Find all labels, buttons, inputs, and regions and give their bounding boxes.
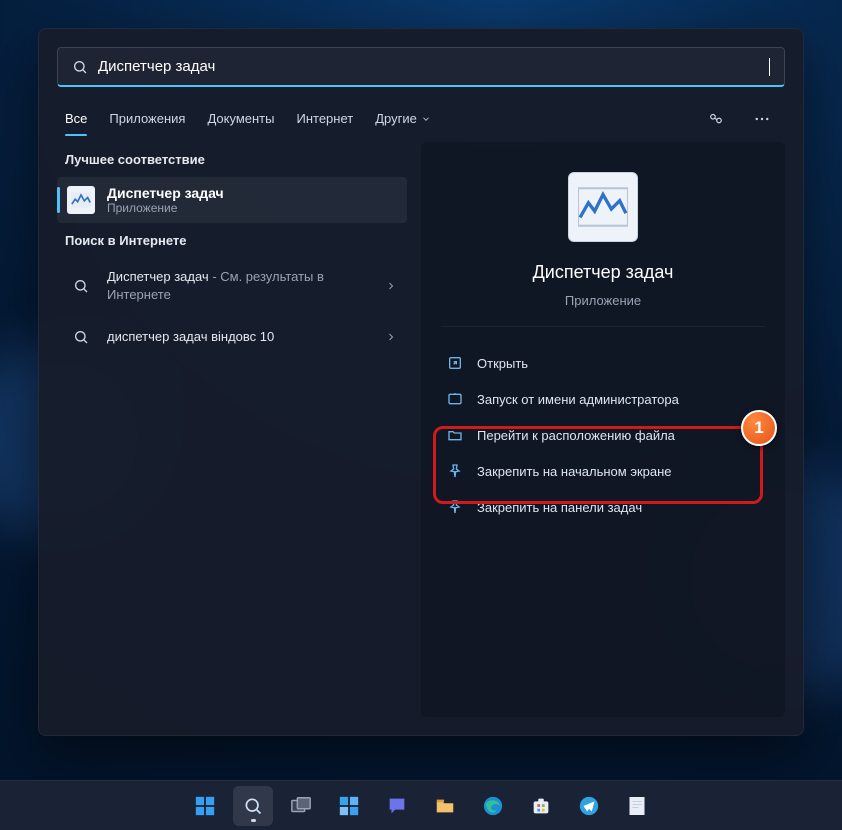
start-search-panel: Диспетчер задач Все Приложения Документы… [38,28,804,736]
result-preview-pane: Диспетчер задач Приложение Открыть Запус… [421,142,785,717]
best-match-header: Лучшее соответствие [57,142,407,177]
web-result-query: Диспетчер задач [107,269,209,284]
action-label: Закрепить на начальном экране [477,464,672,479]
tab-apps[interactable]: Приложения [109,105,185,136]
action-label: Открыть [477,356,528,371]
taskbar-telegram[interactable] [569,786,609,826]
web-result-2[interactable]: диспетчер задач віндовс 10 [57,313,407,361]
search-icon [67,323,95,351]
web-result-text: диспетчер задач віндовс 10 [107,328,373,346]
best-match-text: Диспетчер задач Приложение [107,185,224,215]
taskbar-edge[interactable] [473,786,513,826]
action-open[interactable]: Открыть [441,345,765,381]
tab-all[interactable]: Все [65,105,87,136]
chevron-down-icon [421,114,431,124]
best-match-title: Диспетчер задач [107,185,224,201]
app-hero: Диспетчер задач Приложение [421,172,785,308]
search-icon [67,272,95,300]
more-options-icon[interactable] [747,106,777,135]
divider [441,326,765,327]
tab-web[interactable]: Интернет [296,105,353,136]
taskbar-file-explorer[interactable] [425,786,465,826]
taskbar-document[interactable] [617,786,657,826]
web-search-header: Поиск в Интернете [57,223,407,258]
best-match-subtitle: Приложение [107,201,224,215]
tab-more[interactable]: Другие [375,105,431,136]
search-bar[interactable]: Диспетчер задач [57,47,785,87]
results-body: Лучшее соответствие Диспетчер задач Прил… [39,136,803,735]
taskbar [0,780,842,830]
action-run-as-admin[interactable]: Запуск от имени администратора [441,381,765,417]
search-input[interactable]: Диспетчер задач [98,58,759,75]
search-icon [72,59,88,75]
annotation-badge: 1 [741,410,777,446]
taskbar-chat[interactable] [377,786,417,826]
web-result-1[interactable]: Диспетчер задач - См. результаты в Интер… [57,258,407,313]
best-match-result[interactable]: Диспетчер задач Приложение [57,177,407,223]
results-left-column: Лучшее соответствие Диспетчер задач Прил… [57,142,407,717]
tab-more-label: Другие [375,111,417,126]
filter-tabs: Все Приложения Документы Интернет Другие [39,95,803,136]
action-pin-to-start[interactable]: Закрепить на начальном экране [441,453,765,489]
action-open-file-location[interactable]: Перейти к расположению файла [441,417,765,453]
start-button[interactable] [185,786,225,826]
app-name: Диспетчер задач [533,262,674,283]
chevron-right-icon [385,331,397,343]
web-result-text: Диспетчер задач - См. результаты в Интер… [107,268,373,303]
search-bar-container: Диспетчер задач [39,29,803,95]
search-scope-icon[interactable] [701,106,731,135]
taskbar-search[interactable] [233,786,273,826]
text-caret [769,58,770,76]
taskbar-task-view[interactable] [281,786,321,826]
taskbar-microsoft-store[interactable] [521,786,561,826]
taskbar-widgets[interactable] [329,786,369,826]
app-type: Приложение [565,293,641,308]
action-list: Открыть Запуск от имени администратора П… [421,345,785,525]
action-label: Запуск от имени администратора [477,392,679,407]
task-manager-icon [568,172,638,242]
action-label: Закрепить на панели задач [477,500,642,515]
action-pin-to-taskbar[interactable]: Закрепить на панели задач [441,489,765,525]
tab-documents[interactable]: Документы [207,105,274,136]
chevron-right-icon [385,280,397,292]
task-manager-icon [67,186,95,214]
action-label: Перейти к расположению файла [477,428,675,443]
